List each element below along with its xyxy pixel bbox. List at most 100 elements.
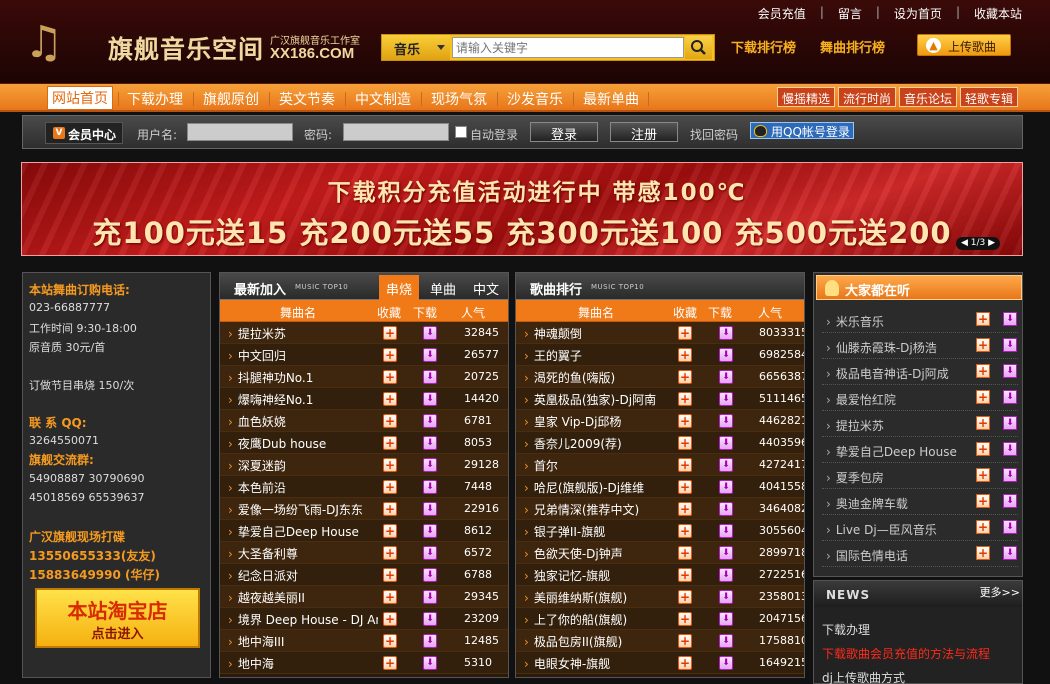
listening-item[interactable]: 夏季包房 + ⬇ [822,463,1018,489]
song-name[interactable]: 中文回归 [228,347,378,364]
song-name[interactable]: 独家记忆-旗舰 [524,567,674,584]
download-icon[interactable]: ⬇ [719,634,733,648]
song-name[interactable]: 境界 Deep House - DJ Ana [228,611,378,628]
search-category-select[interactable]: 音乐 [382,35,450,60]
song-row[interactable]: 美丽维纳斯(旗舰) + ⬇ 2358013 [516,586,804,608]
add-favorite-icon[interactable]: + [976,468,990,482]
listening-item[interactable]: 米乐音乐 + ⬇ [822,307,1018,333]
nav-english-rhythm[interactable]: 英文节奏 [279,89,335,109]
download-icon[interactable]: ⬇ [719,546,733,560]
nav-pill-slow-shake[interactable]: 慢摇精选 [777,87,836,107]
add-favorite-icon[interactable]: + [383,326,397,340]
song-row[interactable]: 挚爱自己Deep House + ⬇ 8612 [220,520,508,542]
listening-item[interactable]: 提拉米苏 + ⬇ [822,411,1018,437]
nav-download[interactable]: 下载办理 [127,89,183,109]
add-favorite-icon[interactable]: + [976,546,990,560]
song-row[interactable]: 夜鹰Dub house + ⬇ 8053 [220,432,508,454]
listening-song-name[interactable]: 最爱怡红院 [826,391,896,408]
listening-song-name[interactable]: 国际色情电话 [826,547,908,564]
download-icon[interactable]: ⬇ [719,414,733,428]
tab-chinese[interactable]: 中文 [466,275,506,300]
download-icon[interactable]: ⬇ [719,656,733,670]
download-icon[interactable]: ⬇ [719,502,733,516]
song-name[interactable]: 挚爱自己Deep House [228,523,378,540]
song-row[interactable]: 爱像一场纷飞雨-DJ东东 + ⬇ 22916 [220,498,508,520]
add-favorite-icon[interactable]: + [678,656,692,670]
promo-banner[interactable]: 下载积分充值活动进行中 带感100℃ 充100元送15 充200元送55 充30… [21,162,1023,256]
download-icon[interactable]: ⬇ [1003,442,1017,456]
add-favorite-icon[interactable]: + [678,524,692,538]
song-row[interactable]: 境界 Deep House - DJ Ana + ⬇ 23209 [220,608,508,630]
listening-song-name[interactable]: 极品电音神话-Dj阿成 [826,365,949,382]
download-icon[interactable]: ⬇ [423,502,437,516]
download-icon[interactable]: ⬇ [719,392,733,406]
song-row[interactable]: 爆嗨神经No.1 + ⬇ 14420 [220,388,508,410]
download-icon[interactable]: ⬇ [423,590,437,604]
song-name[interactable]: 皇家 Vip-Dj邱杨 [524,413,674,430]
song-name[interactable]: 渴死的鱼(嗨版) [524,369,674,386]
song-row[interactable]: 纪念日派对 + ⬇ 6788 [220,564,508,586]
download-icon[interactable]: ⬇ [1003,494,1017,508]
download-icon[interactable]: ⬇ [423,546,437,560]
add-favorite-icon[interactable]: + [383,546,397,560]
song-name[interactable]: 纪念日派对 [228,567,378,584]
download-icon[interactable]: ⬇ [423,392,437,406]
download-icon[interactable]: ⬇ [423,656,437,670]
song-name[interactable]: 香奈儿2009(荐) [524,435,674,452]
song-row[interactable]: 提拉米苏 + ⬇ 32845 [220,322,508,344]
listening-song-name[interactable]: 挚爱自己Deep House [826,443,957,460]
listening-song-name[interactable]: 仙滕赤霞珠-Dj杨浩 [826,339,937,356]
find-password-link[interactable]: 找回密码 [690,126,738,143]
download-icon[interactable]: ⬇ [423,370,437,384]
download-icon[interactable]: ⬇ [1003,520,1017,534]
add-favorite-icon[interactable]: + [678,392,692,406]
add-favorite-icon[interactable]: + [383,502,397,516]
nav-latest-singles[interactable]: 最新单曲 [583,89,639,109]
member-center-button[interactable]: V 会员中心 [45,122,123,144]
add-favorite-icon[interactable]: + [678,634,692,648]
song-row[interactable]: 皇家 Vip-Dj邱杨 + ⬇ 4462821 [516,410,804,432]
download-icon[interactable]: ⬇ [719,458,733,472]
site-logo[interactable]: ♫ 旗舰音乐空间 广汉旗舰音乐工作室 XX186.COM [24,18,369,70]
download-icon[interactable]: ⬇ [719,480,733,494]
add-favorite-icon[interactable]: + [976,390,990,404]
add-favorite-icon[interactable]: + [678,414,692,428]
add-favorite-icon[interactable]: + [976,520,990,534]
link-member-recharge[interactable]: 会员充值 [758,5,806,22]
listening-song-name[interactable]: 米乐音乐 [826,313,884,330]
song-row[interactable]: 电眼女神-旗舰 + ⬇ 1649215 [516,652,804,674]
auto-login-checkbox[interactable] [455,126,467,138]
download-icon[interactable]: ⬇ [719,348,733,362]
song-name[interactable]: 银子弹II-旗舰 [524,523,674,540]
add-favorite-icon[interactable]: + [976,364,990,378]
news-item[interactable]: dj上传歌曲方式 [822,669,905,684]
add-favorite-icon[interactable]: + [383,458,397,472]
download-icon[interactable]: ⬇ [423,568,437,582]
add-favorite-icon[interactable]: + [976,442,990,456]
song-row[interactable]: 深夏迷韵 + ⬇ 29128 [220,454,508,476]
username-field[interactable] [187,123,293,141]
download-icon[interactable]: ⬇ [423,414,437,428]
taobao-shop-button[interactable]: 本站淘宝店 点击进入 [35,588,200,648]
add-favorite-icon[interactable]: + [976,312,990,326]
download-icon[interactable]: ⬇ [423,348,437,362]
song-name[interactable]: 极品包房II(旗舰) [524,633,674,650]
register-button[interactable]: 注册 [610,122,678,143]
song-name[interactable]: 地中海 [228,655,378,672]
add-favorite-icon[interactable]: + [678,348,692,362]
add-favorite-icon[interactable]: + [678,590,692,604]
song-row[interactable]: 地中海III + ⬇ 12485 [220,630,508,652]
listening-song-name[interactable]: 奥迪金牌车载 [826,495,908,512]
song-name[interactable]: 深夏迷韵 [228,457,378,474]
add-favorite-icon[interactable]: + [383,590,397,604]
download-icon[interactable]: ⬇ [719,370,733,384]
download-icon[interactable]: ⬇ [423,634,437,648]
download-icon[interactable]: ⬇ [1003,468,1017,482]
add-favorite-icon[interactable]: + [678,502,692,516]
add-favorite-icon[interactable]: + [383,634,397,648]
song-name[interactable]: 爱像一场纷飞雨-DJ东东 [228,501,378,518]
add-favorite-icon[interactable]: + [383,436,397,450]
add-favorite-icon[interactable]: + [383,370,397,384]
download-icon[interactable]: ⬇ [1003,338,1017,352]
listening-item[interactable]: 仙滕赤霞珠-Dj杨浩 + ⬇ [822,333,1018,359]
